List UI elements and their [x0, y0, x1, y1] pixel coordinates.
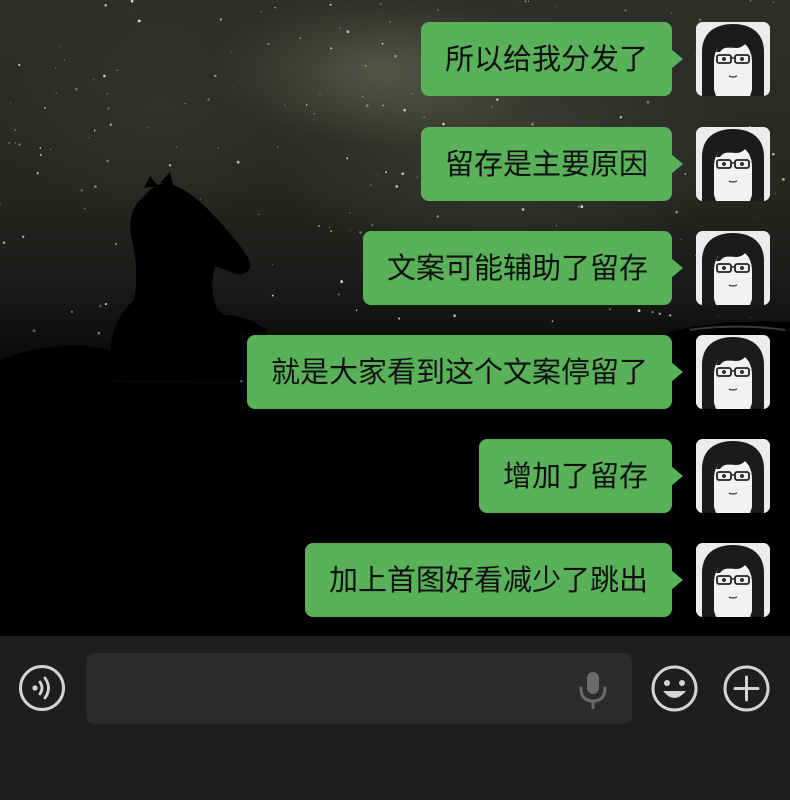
message-row: 留存是主要原因 — [420, 127, 770, 201]
voice-wave-icon — [32, 676, 50, 700]
message-bubble[interactable]: 文案可能辅助了留存 — [362, 231, 684, 305]
user-avatar[interactable] — [696, 231, 770, 305]
avatar-portrait-icon — [696, 439, 770, 513]
message-bubble[interactable]: 留存是主要原因 — [420, 127, 684, 201]
avatar-portrait-icon — [696, 543, 770, 617]
smiley-face-icon[interactable] — [651, 665, 698, 712]
avatar-portrait-icon — [696, 127, 770, 201]
message-row: 所以给我分发了 — [420, 22, 770, 96]
avatar-portrait-icon — [696, 231, 770, 305]
message-bubble[interactable]: 所以给我分发了 — [420, 22, 684, 96]
chat-screen: 所以给我分发了 留存是主要原因 文案可能辅助了留存 就是大家看到这个文案停留了 … — [0, 0, 790, 800]
message-bubble[interactable]: 增加了留存 — [478, 439, 684, 513]
chat-input-bar — [0, 636, 790, 800]
avatar-portrait-icon — [696, 22, 770, 96]
avatar-portrait-icon — [696, 335, 770, 409]
message-bubble[interactable]: 加上首图好看减少了跳出 — [304, 543, 684, 617]
user-avatar[interactable] — [696, 439, 770, 513]
user-avatar[interactable] — [696, 335, 770, 409]
microphone-icon[interactable] — [576, 671, 610, 709]
voice-input-button[interactable] — [19, 665, 65, 711]
message-row: 文案可能辅助了留存 — [362, 231, 770, 305]
message-bubble[interactable]: 就是大家看到这个文案停留了 — [246, 335, 684, 409]
message-row: 就是大家看到这个文案停留了 — [246, 335, 770, 409]
message-text-input[interactable] — [86, 653, 632, 724]
message-row: 加上首图好看减少了跳出 — [304, 543, 770, 617]
user-avatar[interactable] — [696, 127, 770, 201]
user-avatar[interactable] — [696, 543, 770, 617]
plus-circle-icon[interactable] — [723, 665, 770, 712]
message-row: 增加了留存 — [478, 439, 770, 513]
user-avatar[interactable] — [696, 22, 770, 96]
